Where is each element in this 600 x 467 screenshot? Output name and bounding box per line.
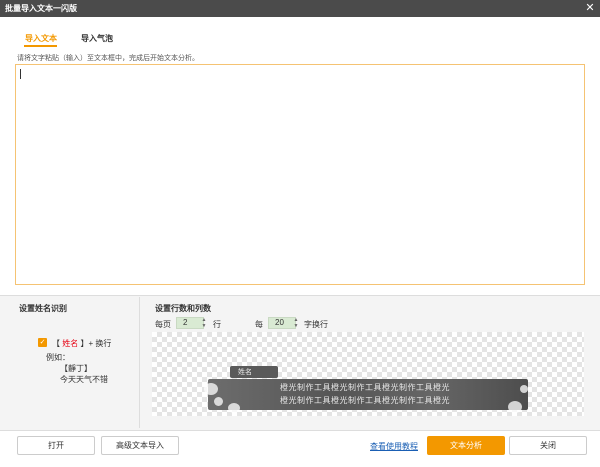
window-title-bar: 批量导入文本一闪版 ✕	[0, 0, 600, 17]
name-rule-open: 【	[52, 339, 60, 348]
preview-name-tag: 姓名	[230, 366, 278, 378]
example-label: 例如：	[46, 353, 70, 362]
ink-splash-decoration	[204, 383, 218, 395]
active-tab-indicator	[24, 45, 57, 47]
close-icon[interactable]: ✕	[583, 0, 597, 17]
ink-splash-decoration	[228, 403, 240, 413]
ink-splash-decoration	[214, 397, 223, 406]
bubble-preview: 姓名 橙光制作工具橙光制作工具橙光制作工具橙光 橙光制作工具橙光制作工具橙光制作…	[152, 332, 584, 416]
rows-columns-title: 设置行数和列数	[155, 304, 211, 313]
name-rule-close: 】+ 换行	[80, 339, 112, 348]
name-rule-name: 姓名	[62, 339, 79, 348]
example-line-1: 【靜丁】	[60, 364, 92, 373]
window-title: 批量导入文本一闪版	[5, 4, 77, 13]
text-input-area[interactable]	[15, 64, 585, 285]
preview-name-text: 姓名	[238, 368, 252, 376]
preview-line-1: 橙光制作工具橙光制作工具橙光制作工具橙光	[280, 383, 450, 392]
tutorial-link[interactable]: 查看使用教程	[370, 441, 418, 452]
ink-splash-decoration	[520, 385, 528, 393]
advanced-import-button[interactable]: 高级文本导入	[101, 436, 179, 455]
open-button[interactable]: 打开	[17, 436, 95, 455]
example-line-2: 今天天气不错	[60, 375, 108, 384]
every-label: 每	[255, 320, 263, 329]
chars-stepper-icon[interactable]: ▲ ▼	[292, 317, 300, 329]
name-recognition-title: 设置姓名识别	[19, 304, 67, 313]
name-recognition-checkbox[interactable]: ✓	[38, 338, 47, 347]
rows-stepper-icon[interactable]: ▲ ▼	[200, 317, 208, 329]
instruction-text: 请将文字粘贴（输入）至文本框中，完成后开始文本分析。	[17, 55, 199, 62]
tab-import-text[interactable]: 导入文本	[25, 33, 57, 44]
chars-unit-label: 字换行	[304, 320, 328, 329]
close-button[interactable]: 关闭	[509, 436, 587, 455]
preview-line-2: 橙光制作工具橙光制作工具橙光制作工具橙光	[280, 396, 450, 405]
name-rule-text: 【 姓名 】+ 换行	[52, 338, 111, 349]
tab-import-bubble[interactable]: 导入气泡	[81, 33, 113, 44]
rows-unit-label: 行	[213, 320, 221, 329]
text-caret	[20, 69, 21, 79]
ink-splash-decoration	[508, 401, 522, 413]
per-page-label: 每页	[155, 320, 171, 329]
analyze-button[interactable]: 文本分析	[427, 436, 505, 455]
settings-divider	[139, 297, 140, 428]
